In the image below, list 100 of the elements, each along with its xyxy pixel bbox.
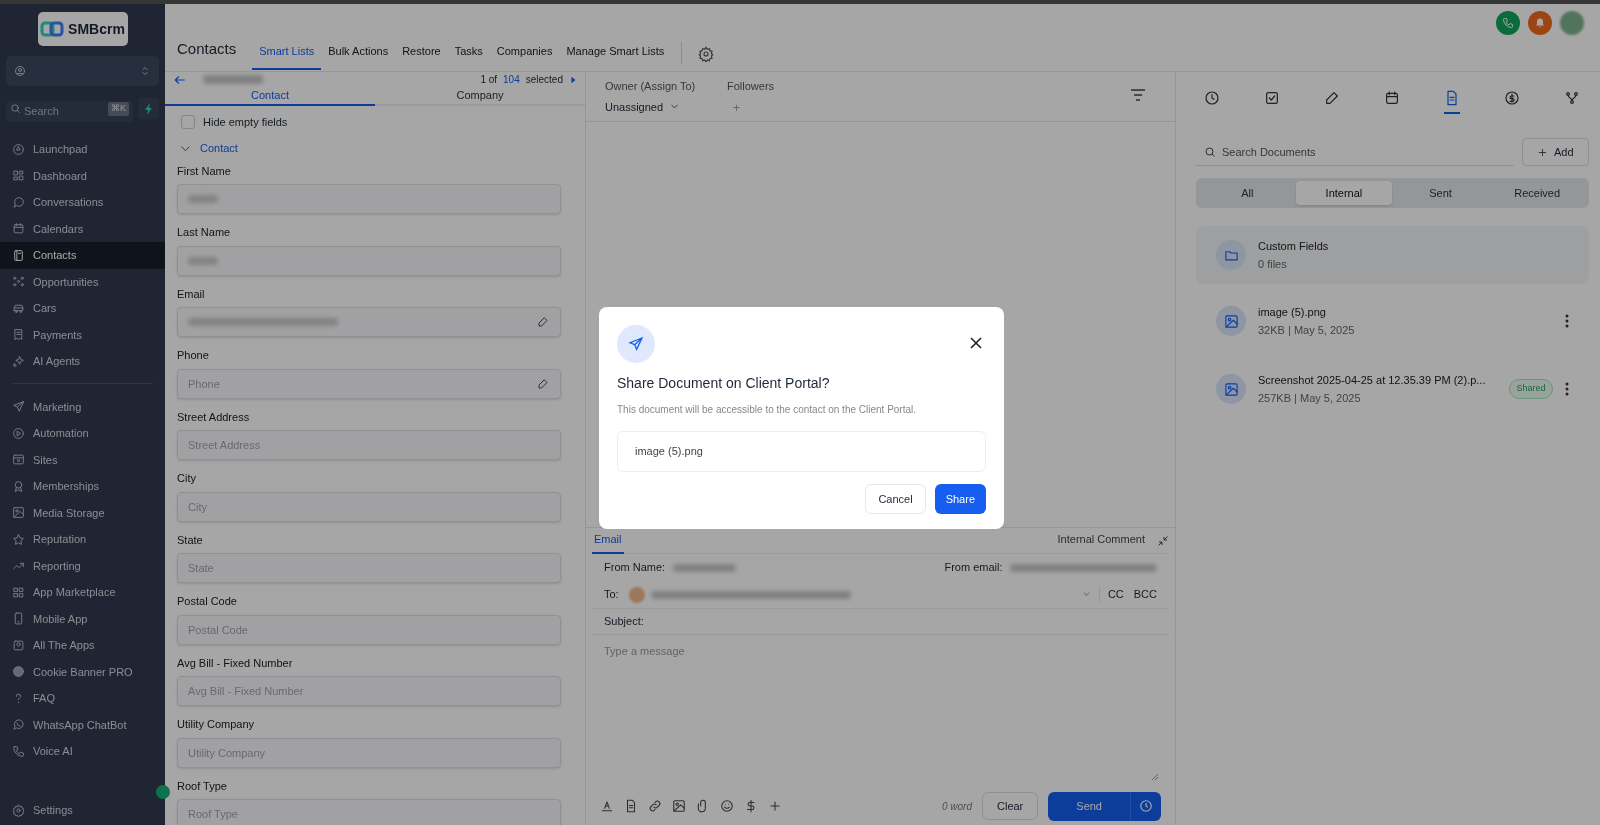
bell-icon[interactable] bbox=[1528, 11, 1552, 35]
link-icon[interactable] bbox=[648, 799, 662, 813]
lightning-icon[interactable] bbox=[138, 98, 159, 119]
sidebar-item[interactable]: Conversations bbox=[0, 189, 165, 216]
file-name: Screenshot 2025-04-25 at 12.35.39 PM (2).p... bbox=[1258, 372, 1486, 388]
folder-card[interactable]: Custom Fields 0 files bbox=[1196, 226, 1589, 284]
sidebar-item[interactable]: Marketing bbox=[0, 393, 165, 420]
document-row[interactable]: image (5).png 32KB | May 5, 2025 bbox=[1196, 292, 1589, 350]
field-label: Phone bbox=[177, 348, 210, 363]
sidebar-item[interactable]: Cookie Banner PRO bbox=[0, 658, 165, 685]
pencil-icon[interactable] bbox=[537, 316, 549, 328]
sidebar-item[interactable]: WhatsApp ChatBot bbox=[0, 711, 165, 738]
sidebar-item[interactable]: Calendars bbox=[0, 215, 165, 242]
sidebar-item[interactable]: Memberships bbox=[0, 473, 165, 500]
sidebar-item[interactable]: Cars bbox=[0, 295, 165, 322]
nav-tab[interactable]: Manage Smart Lists bbox=[559, 42, 672, 70]
sidebar-item[interactable]: FAQ bbox=[0, 685, 165, 712]
tab[interactable]: Internal Comment bbox=[1055, 527, 1147, 554]
text-format-icon[interactable] bbox=[600, 799, 614, 813]
nav-tab[interactable]: Bulk Actions bbox=[321, 42, 396, 70]
input-field[interactable]: Phone bbox=[177, 368, 561, 399]
sidebar-item[interactable]: AI Agents bbox=[0, 348, 165, 375]
filter-tab[interactable]: All bbox=[1199, 181, 1296, 205]
next-icon[interactable] bbox=[569, 75, 577, 84]
section-header[interactable]: Contact bbox=[200, 140, 238, 157]
input-field[interactable]: Postal Code bbox=[177, 614, 561, 645]
smiley-icon[interactable] bbox=[720, 799, 734, 813]
nav-tab[interactable]: Restore bbox=[395, 42, 448, 70]
nav-tab[interactable]: Tasks bbox=[447, 42, 490, 70]
logo[interactable]: SMBcrm bbox=[37, 12, 128, 46]
sidebar-item[interactable]: Payments bbox=[0, 321, 165, 348]
sidebar-item[interactable]: Voice AI bbox=[0, 738, 165, 765]
apps-icon bbox=[12, 638, 25, 652]
input-field[interactable]: Avg Bill - Fixed Number bbox=[177, 676, 561, 706]
nav-tab[interactable]: Smart Lists bbox=[252, 42, 322, 70]
settings-icon[interactable] bbox=[698, 46, 715, 62]
settings-icon bbox=[12, 803, 25, 817]
close-icon[interactable] bbox=[970, 337, 982, 349]
filter-tab[interactable]: Internal bbox=[1295, 181, 1393, 205]
sidebar-item[interactable]: Media Storage bbox=[0, 499, 165, 526]
tab[interactable]: Company bbox=[375, 87, 585, 106]
sidebar-item[interactable]: Dashboard bbox=[0, 162, 165, 189]
sidebar-item[interactable]: Reputation bbox=[0, 526, 165, 553]
message-field[interactable]: Type a message bbox=[592, 635, 1169, 787]
more-icon[interactable] bbox=[1564, 314, 1569, 328]
input-field[interactable]: State bbox=[177, 553, 561, 583]
dollar-icon[interactable] bbox=[744, 799, 758, 813]
collapse-sidebar-handle[interactable] bbox=[156, 785, 170, 799]
resize-handle-icon[interactable] bbox=[1151, 773, 1159, 781]
search-field[interactable]: Search Documents bbox=[1196, 138, 1514, 166]
chevron-updown-icon bbox=[139, 65, 151, 77]
input-field[interactable]: City bbox=[177, 491, 561, 522]
pencil-icon[interactable] bbox=[537, 377, 549, 390]
more-icon[interactable] bbox=[1564, 382, 1569, 396]
input-field[interactable]: Utility Company bbox=[177, 737, 561, 768]
sidebar-item[interactable]: All The Apps bbox=[0, 632, 165, 659]
record-selected-label: selected bbox=[525, 73, 563, 87]
document-icon[interactable] bbox=[1444, 90, 1461, 114]
nav-tab[interactable]: Companies bbox=[489, 42, 560, 70]
input-field[interactable]: Street Address bbox=[177, 430, 561, 460]
field-label: Street Address bbox=[177, 409, 251, 425]
sidebar-item[interactable]: Contacts bbox=[0, 242, 165, 269]
input-field[interactable] bbox=[177, 184, 561, 214]
sidebar-item[interactable]: Sites bbox=[0, 446, 165, 473]
cc-button[interactable]: CC bbox=[1107, 586, 1124, 603]
owner-dropdown[interactable]: Unassigned bbox=[605, 98, 727, 115]
input-field[interactable] bbox=[177, 307, 561, 337]
document-row[interactable]: Screenshot 2025-04-25 at 12.35.39 PM (2).p... 257KB | May 5, 2025 Shared bbox=[1196, 360, 1589, 418]
collapse-icon[interactable] bbox=[1157, 534, 1169, 547]
plus-icon bbox=[1536, 146, 1548, 158]
filter-tab[interactable]: Received bbox=[1488, 181, 1586, 205]
share-button[interactable]: Share bbox=[934, 484, 986, 514]
sidebar-item[interactable]: Reporting bbox=[0, 552, 165, 579]
clear-button[interactable]: Clear bbox=[982, 792, 1039, 820]
field-label: State bbox=[177, 532, 204, 548]
checkbox[interactable] bbox=[181, 114, 195, 129]
account-switcher[interactable] bbox=[6, 56, 159, 86]
image-icon[interactable] bbox=[672, 799, 686, 813]
dialog-description: This document will be accessible to the contact on the Client Portal. bbox=[617, 403, 918, 417]
sidebar-item[interactable]: Automation bbox=[0, 420, 165, 447]
bcc-button[interactable]: BCC bbox=[1133, 586, 1157, 603]
add-follower-button[interactable]: + bbox=[727, 98, 775, 117]
sidebar-item[interactable]: Launchpad bbox=[0, 136, 165, 163]
sidebar-item[interactable]: App Marketplace bbox=[0, 579, 165, 606]
send-button[interactable]: Send bbox=[1048, 791, 1131, 821]
cancel-button[interactable]: Cancel bbox=[865, 484, 926, 514]
document-icon[interactable] bbox=[624, 799, 638, 813]
add-button[interactable]: Add bbox=[1521, 138, 1589, 166]
phone-icon[interactable] bbox=[1496, 11, 1520, 35]
input-field[interactable]: Roof Type bbox=[177, 799, 561, 825]
filter-icon[interactable] bbox=[1130, 88, 1146, 102]
input-field[interactable] bbox=[177, 245, 561, 276]
image-icon bbox=[12, 506, 25, 520]
star-icon bbox=[12, 532, 25, 546]
plus-icon[interactable] bbox=[768, 799, 782, 813]
filter-tab[interactable]: Sent bbox=[1392, 181, 1489, 205]
tab[interactable]: Contact bbox=[165, 87, 375, 106]
dots-icon bbox=[12, 275, 25, 289]
sidebar-item[interactable]: Mobile App bbox=[0, 605, 165, 632]
field-label: To: bbox=[604, 587, 619, 603]
